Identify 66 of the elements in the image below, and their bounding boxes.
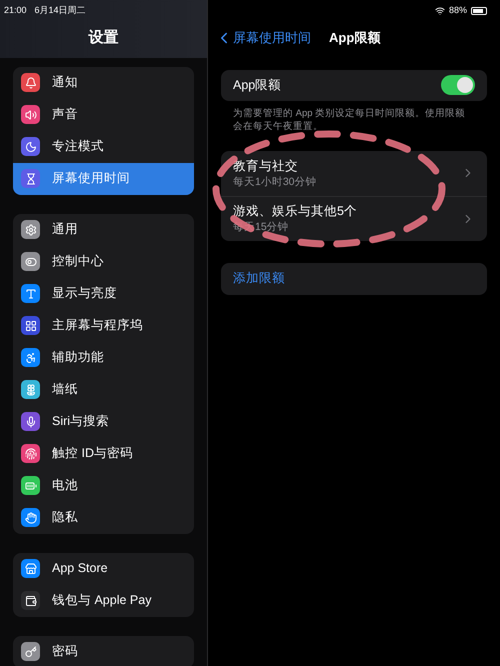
sidebar-item-label: Siri与搜索 <box>52 413 110 430</box>
hand-icon <box>21 508 40 527</box>
sidebar-item[interactable]: 通知 <box>13 66 194 98</box>
wallet-icon <box>21 591 40 610</box>
sidebar-item-label: 主屏幕与程序坞 <box>52 317 143 334</box>
battery-icon <box>21 476 40 495</box>
sidebar-item[interactable]: Siri与搜索 <box>13 406 194 438</box>
limit-title: 教育与社交 <box>233 158 299 174</box>
sidebar-item[interactable]: 电池 <box>13 470 194 502</box>
sidebar-item[interactable]: 通用 <box>13 214 194 246</box>
sidebar-title: 设置 <box>88 28 118 46</box>
battery-icon <box>471 6 487 15</box>
hourglass-icon <box>21 169 40 188</box>
toggle-label: App限额 <box>233 76 282 94</box>
sidebar-item[interactable]: 控制中心 <box>13 246 194 278</box>
switches-icon <box>21 252 40 271</box>
sidebar-item[interactable]: 钱包与 Apple Pay <box>13 584 194 616</box>
sidebar-item-label: 触控 ID与密码 <box>52 445 133 462</box>
sidebar-item[interactable]: 主屏幕与程序坞 <box>13 310 194 342</box>
battery-percent: 88% <box>448 4 467 17</box>
add-limit-button[interactable]: 添加限额 <box>221 262 487 294</box>
status-date: 6月14日周二 <box>34 4 86 17</box>
grid-icon <box>21 316 40 335</box>
sidebar-item[interactable]: 密码 <box>13 636 194 666</box>
flower-icon <box>21 380 40 399</box>
wifi-icon <box>434 6 445 16</box>
sidebar-item-label: App Store <box>52 560 108 578</box>
gear-icon <box>21 220 40 239</box>
sidebar-item-label: 专注模式 <box>52 138 104 156</box>
sidebar-item-label: 钱包与 Apple Pay <box>52 592 152 610</box>
page-title: App限额 <box>329 28 380 47</box>
sidebar-item[interactable]: 声音 <box>13 98 194 130</box>
sidebar-item-label: 电池 <box>52 477 78 494</box>
sidebar-item[interactable]: 显示与亮度 <box>13 278 194 310</box>
sidebar-item-label: 通知 <box>52 74 78 92</box>
back-button[interactable]: 屏幕使用时间 <box>215 28 311 48</box>
limit-row[interactable]: 教育与社交 每天1小时30分钟 <box>221 150 487 196</box>
sidebar-item-label: 辅助功能 <box>52 349 104 366</box>
sidebar-item-label: 密码 <box>52 643 78 660</box>
description-text: 为需要管理的 App 类别设定每日时间限额。使用限额会在每天午夜重置。 <box>232 106 466 132</box>
fingerprint-icon <box>21 444 40 463</box>
sidebar-item[interactable]: App Store <box>13 552 194 584</box>
sidebar-item[interactable]: 隐私 <box>13 502 194 534</box>
status-time: 21:00 <box>4 4 27 17</box>
app-store-icon <box>21 559 40 578</box>
sidebar-item-label: 显示与亮度 <box>52 285 117 302</box>
moon-icon <box>21 137 40 156</box>
sidebar-item[interactable]: 专注模式 <box>13 130 194 162</box>
key-icon <box>21 642 40 661</box>
sidebar-item-label: 隐私 <box>52 509 78 526</box>
limit-subtitle: 每天1小时30分钟 <box>233 174 317 188</box>
sidebar-item-label: 墙纸 <box>52 381 78 398</box>
sidebar-item-label: 屏幕使用时间 <box>52 170 130 188</box>
sidebar-item[interactable]: 墙纸 <box>13 374 194 406</box>
sidebar-item[interactable]: 屏幕使用时间 <box>13 162 194 194</box>
sidebar-item[interactable]: 辅助功能 <box>13 342 194 374</box>
limit-title: 游戏、娱乐与其他5个 <box>233 203 357 220</box>
sidebar-item[interactable]: 触控 ID与密码 <box>13 438 194 470</box>
sidebar-item-label: 声音 <box>52 106 78 124</box>
sidebar-item-label: 通用 <box>52 221 78 238</box>
speaker-icon <box>21 105 40 124</box>
toggle-switch[interactable] <box>441 75 475 95</box>
accessibility-icon <box>21 348 40 367</box>
text-size-icon <box>21 284 40 303</box>
sidebar-item-label: 控制中心 <box>52 253 104 270</box>
bell-icon <box>21 73 40 92</box>
